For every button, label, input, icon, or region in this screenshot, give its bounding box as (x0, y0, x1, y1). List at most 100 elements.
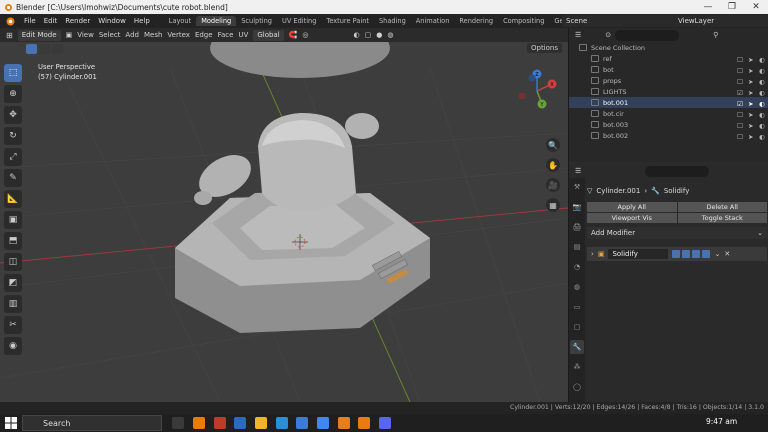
outliner-item-bot[interactable]: bot ☐ ➤ ◐ (569, 64, 768, 75)
outliner-search-input[interactable] (615, 29, 680, 41)
expand-chevron-icon[interactable]: › (591, 250, 594, 258)
menu-uv[interactable]: UV (238, 31, 248, 39)
photoshop-taskbar-icon[interactable] (234, 417, 246, 429)
outliner-item-bot003[interactable]: bot.003 ☐ ➤ ◐ (569, 119, 768, 130)
scene-selector[interactable]: Scene (562, 15, 668, 27)
menu-render[interactable]: Render (61, 17, 94, 25)
3d-viewport[interactable]: ⊞ Edit Mode ▣ View Select Add Mesh Verte… (0, 28, 568, 402)
rotate-tool-icon[interactable]: ↻ (4, 127, 22, 145)
outliner-item-lights[interactable]: LIGHTS ☑ ➤ ◐ (569, 86, 768, 97)
visibility-toggles[interactable]: ☐ ➤ ◐ (737, 111, 765, 119)
menu-face[interactable]: Face (218, 31, 234, 39)
bevel-tool-icon[interactable]: ◩ (4, 274, 22, 292)
outliner-item-bot002[interactable]: bot.002 ☐ ➤ ◐ (569, 130, 768, 141)
zoom-icon[interactable]: 🔍 (546, 138, 560, 152)
measure-tool-icon[interactable]: 📐 (4, 190, 22, 208)
visibility-toggles[interactable]: ☑ ➤ ◐ (737, 89, 765, 97)
minimize-button[interactable]: — (696, 2, 720, 12)
menu-edge[interactable]: Edge (195, 31, 213, 39)
outliner-root[interactable]: Scene Collection (569, 42, 768, 53)
tab-shading[interactable]: Shading (374, 16, 411, 26)
shading-material-icon[interactable]: ◍ (387, 31, 393, 39)
viewport-vis-button[interactable]: Viewport Vis (587, 213, 677, 223)
store-icon[interactable] (296, 417, 308, 429)
modifier-tab-icon[interactable]: 🔧 (570, 340, 584, 354)
collection-tab-icon[interactable]: ▭ (570, 300, 584, 314)
shading-solid-icon[interactable]: ● (376, 31, 382, 39)
loop-cut-tool-icon[interactable]: ▥ (4, 295, 22, 313)
blender-menu-icon[interactable] (4, 15, 16, 27)
delete-all-button[interactable]: Delete All (677, 202, 767, 212)
close-button[interactable]: ✕ (744, 2, 768, 12)
grid-view-icon[interactable]: ▦ (546, 198, 560, 212)
annotate-tool-icon[interactable]: ✎ (4, 169, 22, 187)
menu-help[interactable]: Help (130, 17, 154, 25)
select-tool-icon[interactable]: ⬚ (4, 64, 22, 82)
blender-taskbar-icon[interactable] (193, 417, 205, 429)
overlay-icon[interactable]: ◐ (354, 31, 360, 39)
modifier-menu-chevron-icon[interactable]: ⌄ (714, 250, 720, 258)
proportional-edit-icon[interactable]: ◎ (302, 31, 308, 39)
maximize-button[interactable]: ❐ (720, 2, 744, 12)
menu-select[interactable]: Select (99, 31, 121, 39)
modifier-name-field[interactable]: Solidify (608, 249, 669, 259)
outliner-display-icon[interactable]: ⊙ (605, 31, 611, 39)
taskbar-clock[interactable]: 9:47 am (706, 417, 737, 426)
extrude-tool-icon[interactable]: ⬒ (4, 232, 22, 250)
world-tab-icon[interactable]: ◍ (570, 280, 584, 294)
transform-orientation-selector[interactable]: Global (253, 29, 284, 41)
options-button[interactable]: Options (526, 43, 562, 53)
outliner-item-botcir[interactable]: bot.cir ☐ ➤ ◐ (569, 108, 768, 119)
visibility-toggles[interactable]: ☐ ➤ ◐ (737, 56, 765, 64)
edge-select-icon[interactable] (39, 44, 50, 54)
camera-icon[interactable]: 🎥 (546, 178, 560, 192)
mode-selector[interactable]: Edit Mode (17, 29, 61, 41)
blender-active-taskbar-icon[interactable] (358, 417, 370, 429)
cursor-tool-icon[interactable]: ⊕ (4, 85, 22, 103)
outliner-item-props[interactable]: props ☐ ➤ ◐ (569, 75, 768, 86)
outliner-editor-icon[interactable]: ☰ (575, 31, 581, 39)
scene-tab-icon[interactable]: ◔ (570, 260, 584, 274)
edge-browser-icon[interactable] (276, 417, 288, 429)
visibility-toggles[interactable]: ☐ ➤ ◐ (737, 78, 765, 86)
xray-icon[interactable]: ▢ (365, 31, 372, 39)
menu-vertex[interactable]: Vertex (167, 31, 190, 39)
viewlayer-selector[interactable]: ViewLayer (668, 15, 768, 27)
add-modifier-dropdown[interactable]: Add Modifier ⌄ (587, 227, 767, 239)
menu-window[interactable]: Window (94, 17, 130, 25)
menu-add[interactable]: Add (125, 31, 139, 39)
visibility-toggles[interactable]: ☐ ➤ ◐ (737, 67, 765, 75)
tab-layout[interactable]: Layout (164, 16, 196, 26)
taskbar-search[interactable]: Search (22, 415, 162, 431)
scale-tool-icon[interactable]: ⤢ (4, 148, 22, 166)
navigation-gizmo[interactable]: X Y Z (512, 66, 562, 116)
view-layer-tab-icon[interactable]: ▤ (570, 240, 584, 254)
menu-view[interactable]: View (77, 31, 94, 39)
toggle-stack-button[interactable]: Toggle Stack (677, 213, 767, 223)
move-tool-icon[interactable]: ✥ (4, 106, 22, 124)
tab-animation[interactable]: Animation (411, 16, 455, 26)
outliner-item-bot001[interactable]: bot.001 ☑ ➤ ◐ (569, 97, 768, 108)
tool-tab-icon[interactable]: ⚒ (570, 180, 584, 194)
vertex-select-icon[interactable] (26, 44, 37, 54)
filter-icon[interactable]: ⚲ (713, 31, 718, 39)
visibility-toggles[interactable]: ☑ ➤ ◐ (737, 100, 765, 108)
face-select-icon[interactable] (52, 44, 63, 54)
discord-icon[interactable] (379, 417, 391, 429)
tab-uv-editing[interactable]: UV Editing (277, 16, 321, 26)
physics-tab-icon[interactable]: ◯ (570, 380, 584, 394)
tab-compositing[interactable]: Compositing (498, 16, 549, 26)
knife-tool-icon[interactable]: ✂ (4, 316, 22, 334)
select-box-icon[interactable]: ▣ (66, 31, 73, 39)
robot-arm-right[interactable] (345, 113, 379, 139)
editor-type-icon[interactable]: ⊞ (6, 31, 13, 40)
vlc-icon[interactable] (338, 417, 350, 429)
menu-file[interactable]: File (20, 17, 40, 25)
smooth-tool-icon[interactable]: ◉ (4, 337, 22, 355)
object-tab-icon[interactable]: ▢ (570, 320, 584, 334)
properties-search-input[interactable] (645, 165, 710, 177)
chrome-icon[interactable] (317, 417, 329, 429)
task-view-icon[interactable] (172, 417, 184, 429)
particles-tab-icon[interactable]: ⁂ (570, 360, 584, 374)
inset-tool-icon[interactable]: ◫ (4, 253, 22, 271)
